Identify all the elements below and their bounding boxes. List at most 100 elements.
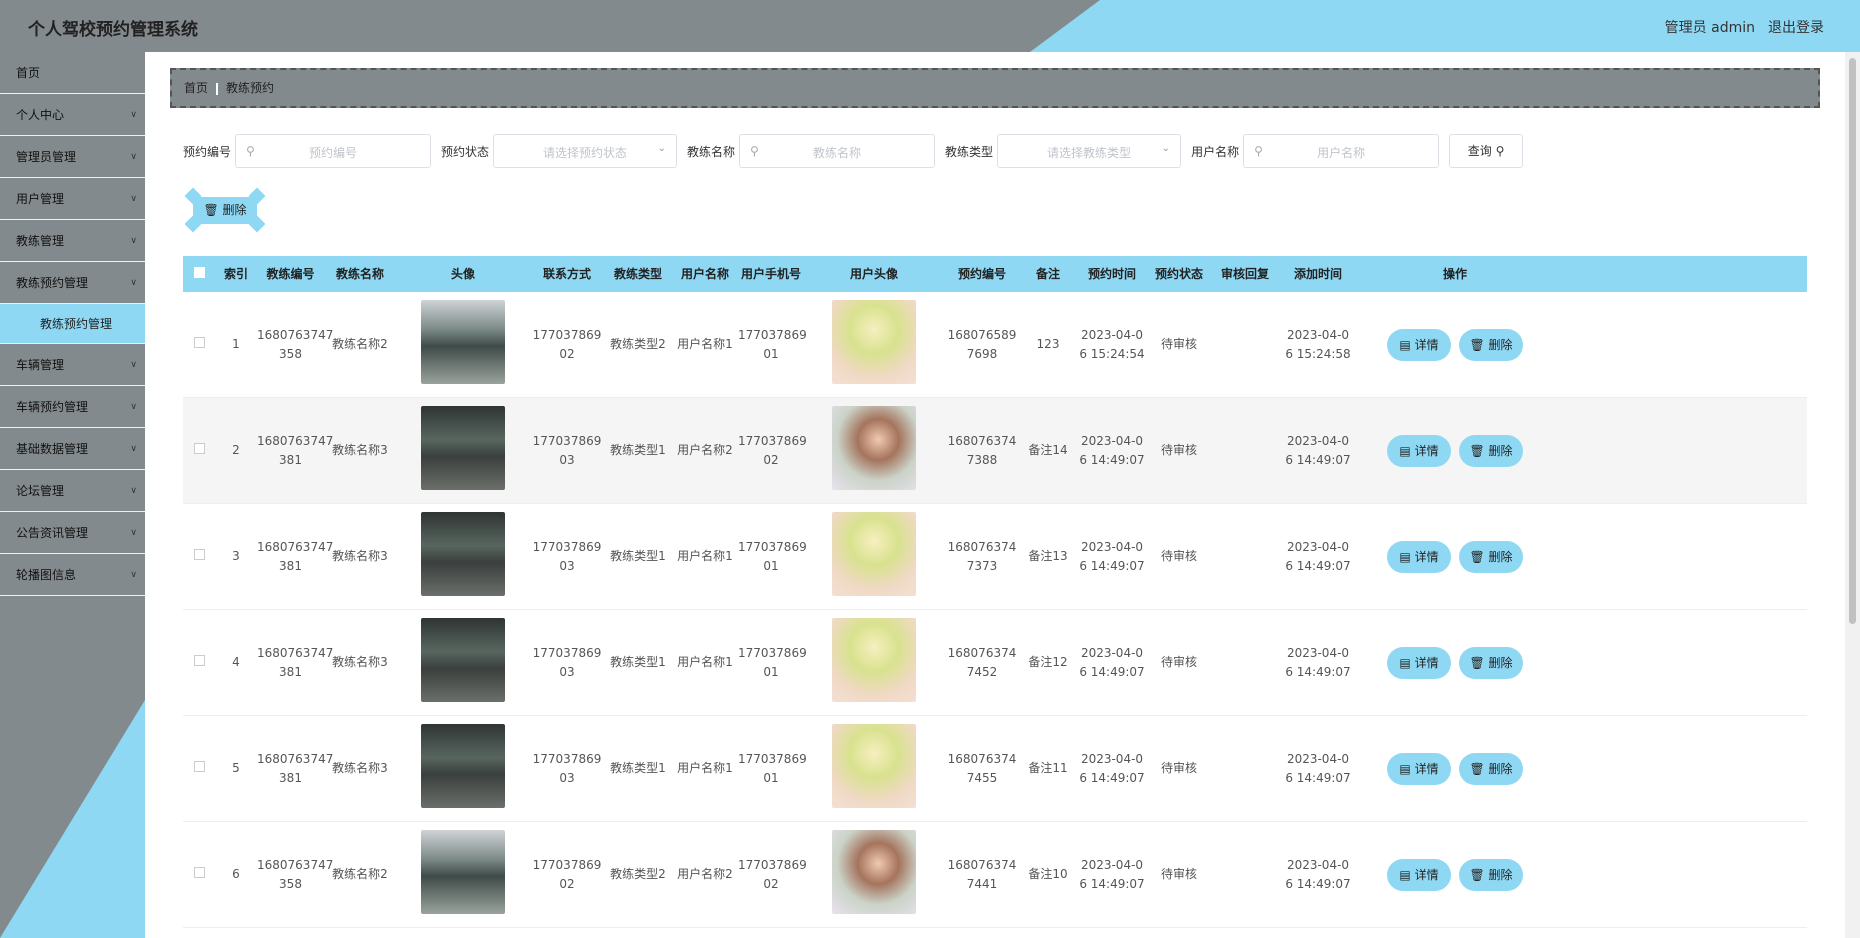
table-cell [183, 759, 215, 778]
row-checkbox[interactable] [193, 655, 205, 666]
sidebar-item-label: 车辆管理 [16, 358, 65, 372]
app-title: 个人驾校预约管理系统 [28, 20, 198, 40]
status: 待审核 [1160, 337, 1197, 351]
detail-button[interactable]: ▤ 详情 [1387, 752, 1451, 785]
trash-icon: 🗑 [203, 203, 219, 217]
detail-button[interactable]: ▤ 详情 [1387, 858, 1451, 891]
table-cell: ▤ 详情 🗑 删除 [1356, 646, 1554, 679]
detail-button[interactable]: ▤ 详情 [1387, 540, 1451, 573]
column-header: 索引 [223, 266, 248, 281]
detail-button[interactable]: ▤ 详情 [1387, 328, 1451, 361]
chevron-down-icon: ∨ [130, 110, 137, 120]
table-cell: 2023-04-0 6 14:49:07 [1076, 856, 1148, 894]
table-cell: 用户名称1 [672, 547, 738, 566]
delete-button[interactable]: 🗑 删除 [1459, 646, 1523, 679]
status-select[interactable]: 请选择预约状态 ⌄ [493, 134, 678, 168]
query-button[interactable]: 查询 ⚲ [1449, 134, 1524, 168]
delete-button[interactable]: 🗑 删除 [1459, 540, 1523, 573]
column-header: 用户名称 [680, 266, 729, 281]
table-cell: 备注10 [1020, 865, 1076, 884]
table-cell: 177037869 01 [738, 538, 807, 576]
sidebar-item[interactable]: 轮播图信息 ∨ [0, 554, 145, 596]
delete-button[interactable]: 🗑 删除 [1459, 328, 1523, 361]
sidebar-item[interactable]: 教练预约管理 ∨ [0, 262, 145, 304]
table-cell: 1680763747 381 [257, 432, 333, 470]
row-checkbox[interactable] [193, 761, 205, 772]
trash-icon: 🗑 [1469, 337, 1485, 352]
cell-line: 02 [559, 876, 575, 891]
sidebar-item[interactable]: 个人中心 ∨ [0, 94, 145, 136]
cell-line: 02 [559, 346, 575, 361]
table-row: 6 1680763747 358 教练名称2 177037869 02 教练类型2 用户名称2… [183, 822, 1807, 928]
coach-type-select[interactable]: 请选择教练类型 ⌄ [997, 134, 1182, 168]
sidebar-subitem-coach-appointments[interactable]: 教练预约管理 [0, 304, 145, 344]
cell-line: 6 15:24:58 [1285, 346, 1351, 361]
remark: 备注14 [1028, 443, 1068, 457]
table-cell: 用户名称1 [672, 653, 738, 672]
order-no-input[interactable]: ⚲ 预约编号 [235, 134, 432, 168]
search-bar: 预约编号 ⚲ 预约编号 预约状态 请选择预约状态 ⌄ 教练名称 ⚲ 教练名称 教… [183, 134, 1524, 168]
user-name-input[interactable]: ⚲ 用户名称 [1243, 134, 1440, 168]
cell-line: 6 14:49:07 [1079, 876, 1145, 891]
select-all-checkbox[interactable] [193, 266, 205, 278]
chevron-down-icon: ∨ [130, 152, 137, 162]
sidebar-item[interactable]: 论坛管理 ∨ [0, 470, 145, 512]
row-checkbox[interactable] [193, 549, 205, 560]
chevron-down-icon: ∨ [130, 486, 137, 496]
row-checkbox[interactable] [193, 867, 205, 878]
cell-line: 2023-04-0 [1080, 857, 1144, 872]
table-cell: 用户名称1 [672, 335, 738, 354]
breadcrumb-home[interactable]: 首页 [184, 81, 208, 95]
row-checkbox[interactable] [193, 443, 205, 454]
row-index: 2 [232, 443, 240, 457]
column-header: 备注 [1035, 266, 1060, 281]
cell-line: 1680763747 [257, 539, 334, 554]
sidebar-item[interactable]: 车辆管理 ∨ [0, 344, 145, 386]
delete-button[interactable]: 🗑 删除 [1459, 752, 1523, 785]
table-body: 1 1680763747 358 教练名称2 177037869 02 教练类型2 用户名称1… [183, 292, 1807, 928]
table-cell: 168076374 7388 [944, 432, 1020, 470]
detail-button[interactable]: ▤ 详情 [1387, 434, 1451, 467]
delete-button[interactable]: 🗑 删除 [1459, 434, 1523, 467]
cell-line: 6 14:49:07 [1285, 876, 1351, 891]
row-checkbox[interactable] [193, 337, 205, 348]
batch-delete-button[interactable]: 🗑 删除 [193, 197, 257, 224]
logout-link[interactable]: 退出登录 [1768, 17, 1824, 37]
remark: 备注10 [1028, 867, 1068, 881]
coach-type: 教练类型2 [610, 337, 666, 351]
coach-name-input[interactable]: ⚲ 教练名称 [739, 134, 936, 168]
table-row: 2 1680763747 381 教练名称3 177037869 03 教练类型1 用户名称2… [183, 398, 1807, 504]
table-cell: 教练类型2 [604, 865, 672, 884]
sidebar: 首页 个人中心 ∨ 管理员管理 ∨ 用户管理 ∨ 教练管理 ∨ 教练预约管理 ∨ 教练预约管理 车辆管理… [0, 52, 145, 938]
user-avatar [832, 511, 916, 596]
sidebar-item[interactable]: 车辆预约管理 ∨ [0, 386, 145, 428]
cell-line: 6 14:49:07 [1285, 770, 1351, 785]
table-cell: 177037869 02 [738, 432, 807, 470]
user-name: 用户名称1 [677, 655, 733, 669]
table-cell: 教练类型1 [604, 653, 672, 672]
sidebar-item[interactable]: 基础数据管理 ∨ [0, 428, 145, 470]
sidebar-item[interactable]: 管理员管理 ∨ [0, 136, 145, 178]
vertical-scrollbar[interactable] [1845, 52, 1860, 938]
sidebar-item[interactable]: 教练管理 ∨ [0, 220, 145, 262]
cell-line: 177037869 [738, 645, 807, 660]
sidebar-item[interactable]: 首页 [0, 52, 145, 94]
cell-line: 168076374 [947, 539, 1017, 554]
sidebar-item[interactable]: 用户管理 ∨ [0, 178, 145, 220]
coach-type-placeholder: 请选择教练类型 [1047, 146, 1132, 160]
cell-line: 01 [763, 346, 779, 361]
detail-button[interactable]: ▤ 详情 [1387, 646, 1451, 679]
delete-button[interactable]: 🗑 删除 [1459, 858, 1523, 891]
sidebar-item-label: 管理员管理 [16, 150, 77, 164]
sidebar-item[interactable]: 公告资讯管理 ∨ [0, 512, 145, 554]
coach-type: 教练类型1 [610, 443, 666, 457]
user-avatar [832, 405, 916, 490]
table-cell: 待审核 [1148, 759, 1210, 778]
table-cell [396, 617, 530, 708]
user-name: 用户名称2 [677, 867, 733, 881]
cell-line: 03 [559, 664, 575, 679]
cell-line: 03 [559, 770, 575, 785]
table-cell: 备注13 [1020, 547, 1076, 566]
sidebar-item-label: 公告资讯管理 [16, 526, 89, 540]
scrollbar-thumb[interactable] [1849, 58, 1856, 624]
